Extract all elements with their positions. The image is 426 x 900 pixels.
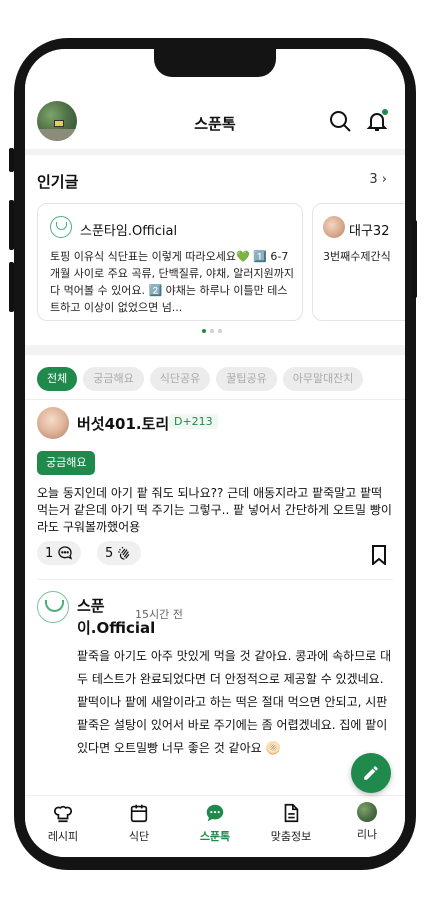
phone-volume-down [9,262,14,312]
tab-label: 레시피 [47,830,79,843]
divider [37,579,393,580]
popular-more-link[interactable]: 3 › [369,172,387,187]
bottom-tab-bar: 레시피 식단 스푼톡 맞춤정보 리나 [25,795,405,857]
reply-author: 스푼이.Official [77,597,156,637]
tab-custom-info[interactable]: 맞춤정보 [253,802,329,844]
user-avatar [323,216,345,238]
phone-volume-up [9,200,14,250]
official-logo-icon [50,216,72,238]
tab-profile[interactable]: 리나 [329,802,405,842]
tab-label: 스푼톡 [199,830,231,843]
clap-icon [118,546,130,560]
tab-label: 리나 [356,828,378,841]
notification-dot [382,109,388,115]
post-author[interactable]: 버섯401.토리 [77,413,169,434]
chef-hat-icon [53,805,73,823]
card-author: 대구32 [349,224,390,239]
filter-chips: 전체 궁금해요 식단공유 꿀팁공유 아무말대잔치 [37,367,364,391]
document-icon [284,803,299,823]
baby-age-badge: D+213 [169,414,218,429]
search-icon[interactable] [328,109,352,133]
card-author: 스푼타임.Official [80,224,178,239]
reply-body: 팥죽을 아기도 아주 맛있게 먹을 것 같아요. 콩과에 속하므로 대두 테스트… [77,649,392,755]
tab-label: 식단 [128,830,150,843]
clap-count: 5 [105,545,114,561]
popular-section: 인기글 3 › 스푼타임.Official 토핑 이유식 식단표는 이렇게 따라… [25,155,405,345]
card-text: 3번째수제간식 [323,250,391,263]
filter-chip-questions[interactable]: 궁금해요 [83,367,144,391]
pencil-icon [364,766,378,780]
post-body[interactable]: 오늘 동지인데 아기 팥 줘도 되나요?? 근데 애동지라고 팥죽말고 팥떡 먹… [37,485,393,536]
comment-count-button[interactable]: 1 [37,541,82,565]
comment-count: 1 [45,545,54,561]
bookmark-icon[interactable] [371,545,387,565]
phone-power-button [412,220,417,298]
tab-spoontalk[interactable]: 스푼톡 [177,802,253,844]
calendar-icon [130,804,148,823]
card-text: 토핑 이유식 식단표는 이렇게 따라오세요💚 1️⃣ 6-7개월 사이로 주요 … [50,250,294,314]
divider [25,399,405,400]
post-category-tag: 궁금해요 [37,451,96,475]
feed-section: 전체 궁금해요 식단공유 꿀팁공유 아무말대잔치 버섯401.토리 D+213 … [25,355,405,795]
popular-card[interactable]: 대구32 3번째수제간식 [312,203,405,321]
filter-chip-chitchat[interactable]: 아무말대잔치 [282,367,364,391]
tab-meal-plan[interactable]: 식단 [101,802,177,844]
comment-icon [58,546,73,560]
post-author-avatar[interactable] [37,407,69,439]
reply-timestamp: 15시간 전 [135,608,183,621]
phone-mute-switch [9,148,14,172]
carousel-indicator [202,329,222,333]
clap-count-button[interactable]: 5 [97,541,142,565]
chat-bubble-icon [206,804,224,822]
official-logo-icon [37,591,69,623]
filter-chip-tips[interactable]: 꿀팁공유 [216,367,277,391]
phone-notch [154,49,276,77]
tab-label: 맞춤정보 [270,830,312,843]
popular-title: 인기글 [37,173,79,191]
app-screen: 스푼톡 인기글 3 › 스푼타임.Official 토핑 이유식 식단표는 이렇… [25,49,405,857]
profile-avatar [357,802,377,822]
tab-recipe[interactable]: 레시피 [25,802,101,844]
filter-chip-meal-share[interactable]: 식단공유 [149,367,211,391]
popular-card[interactable]: 스푼타임.Official 토핑 이유식 식단표는 이렇게 따라오세요💚 1️⃣… [37,203,303,321]
write-post-button[interactable] [351,753,391,793]
filter-chip-all[interactable]: 전체 [37,367,78,391]
